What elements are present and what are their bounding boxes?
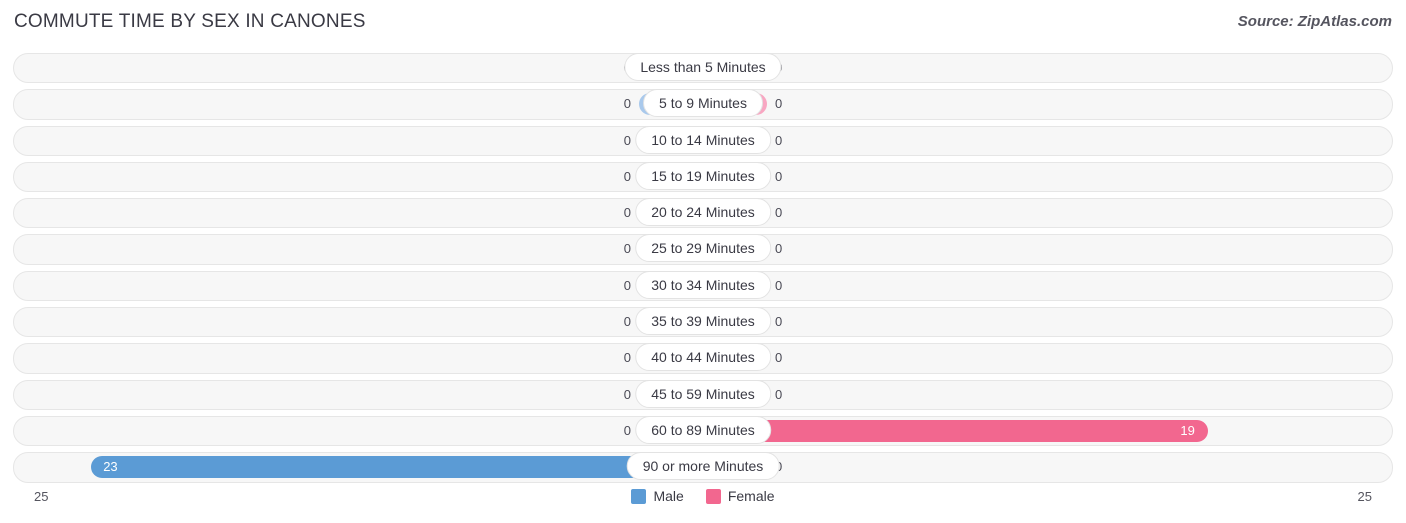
value-label-male: 23 [103, 459, 118, 475]
category-label-pill: 90 or more Minutes [626, 452, 780, 481]
chart-row: 0 0 5 to 9 Minutes [0, 86, 1406, 122]
value-label-female: 0 [775, 314, 783, 330]
chart-footer: 25 25 Male Female [0, 484, 1406, 518]
category-label-pill: 30 to 34 Minutes [635, 270, 771, 299]
value-label-female: 0 [775, 132, 783, 148]
value-label-male: 0 [623, 350, 631, 366]
source-attribution: Source: ZipAtlas.com [1237, 13, 1392, 30]
chart-row: 0 0 35 to 39 Minutes [0, 304, 1406, 340]
value-label-female: 0 [775, 386, 783, 402]
legend-label-male: Male [653, 488, 684, 504]
category-label-pill: 5 to 9 Minutes [643, 89, 763, 118]
bar-female[interactable] [703, 419, 1209, 442]
value-label-female: 0 [775, 277, 783, 293]
chart-header: COMMUTE TIME BY SEX IN CANONES Source: Z… [0, 0, 1406, 44]
bar-male[interactable] [91, 456, 703, 479]
chart-row: 0 19 60 to 89 Minutes [0, 413, 1406, 449]
category-label-pill: 15 to 19 Minutes [635, 161, 771, 190]
category-label-pill: 60 to 89 Minutes [635, 415, 771, 444]
chart-plot-area: 00Less than 5 Minutes005 to 9 Minutes001… [0, 50, 1406, 485]
value-label-male: 0 [623, 422, 631, 438]
value-label-female: 0 [775, 241, 783, 257]
value-label-male: 0 [623, 168, 631, 184]
chart-row: 0 0 30 to 34 Minutes [0, 268, 1406, 304]
value-label-male: 0 [623, 241, 631, 257]
value-label-male: 0 [623, 386, 631, 402]
chart-row: 0 0 20 to 24 Minutes [0, 195, 1406, 231]
chart-row: 0 0 15 to 19 Minutes [0, 159, 1406, 195]
value-label-male: 0 [623, 96, 631, 112]
legend-swatch-female-icon [705, 488, 721, 504]
category-label-pill: 35 to 39 Minutes [635, 307, 771, 336]
value-label-male: 0 [623, 314, 631, 330]
category-label-pill: Less than 5 Minutes [624, 53, 782, 81]
value-label-female: 0 [775, 205, 783, 221]
commute-time-chart: COMMUTE TIME BY SEX IN CANONES Source: Z… [0, 0, 1406, 523]
value-label-male: 0 [623, 205, 631, 221]
category-label-pill: 10 to 14 Minutes [635, 125, 771, 154]
chart-row: 0 0 45 to 59 Minutes [0, 377, 1406, 413]
value-label-female: 0 [775, 96, 783, 112]
category-label-pill: 20 to 24 Minutes [635, 198, 771, 227]
value-label-female: 0 [775, 168, 783, 184]
category-label-pill: 45 to 59 Minutes [635, 379, 771, 408]
value-label-female: 19 [1180, 422, 1195, 438]
chart-legend: Male Female [0, 488, 1406, 504]
category-label-pill: 40 to 44 Minutes [635, 343, 771, 372]
value-label-male: 0 [623, 277, 631, 293]
value-label-male: 0 [623, 132, 631, 148]
chart-row: 0 0 10 to 14 Minutes [0, 123, 1406, 159]
legend-label-female: Female [727, 488, 775, 504]
page-title: COMMUTE TIME BY SEX IN CANONES [14, 11, 366, 32]
legend-item-female[interactable]: Female [705, 488, 775, 504]
legend-item-male[interactable]: Male [631, 488, 684, 504]
chart-row: 0 0 40 to 44 Minutes [0, 340, 1406, 376]
value-label-female: 0 [775, 350, 783, 366]
chart-row: 00Less than 5 Minutes [0, 50, 1406, 86]
legend-swatch-male-icon [631, 488, 647, 504]
category-label-pill: 25 to 29 Minutes [635, 234, 771, 263]
chart-row: 0 0 25 to 29 Minutes [0, 231, 1406, 267]
chart-row: 23090 or more Minutes [0, 449, 1406, 485]
